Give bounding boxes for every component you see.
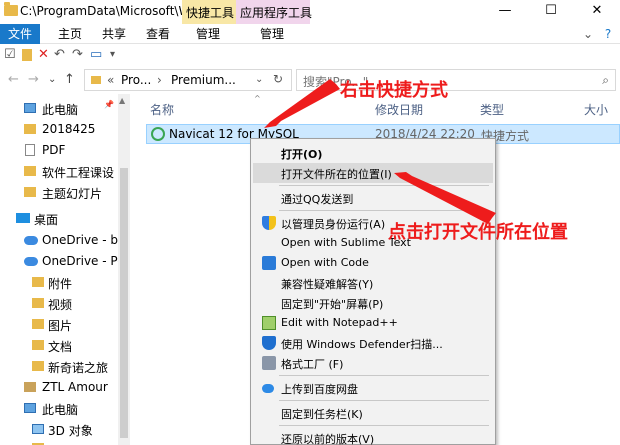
- annotation-click-open-location: 点击打开文件所在位置: [388, 222, 568, 243]
- arrow-to-shortcut: [264, 79, 340, 128]
- annotation-right-click-shortcut: 右击快捷方式: [340, 80, 448, 101]
- arrow-to-open-location: [394, 172, 496, 224]
- explorer-window: C:\ProgramData\Microsoft\Wi... 快捷工具 应用程序…: [0, 0, 620, 445]
